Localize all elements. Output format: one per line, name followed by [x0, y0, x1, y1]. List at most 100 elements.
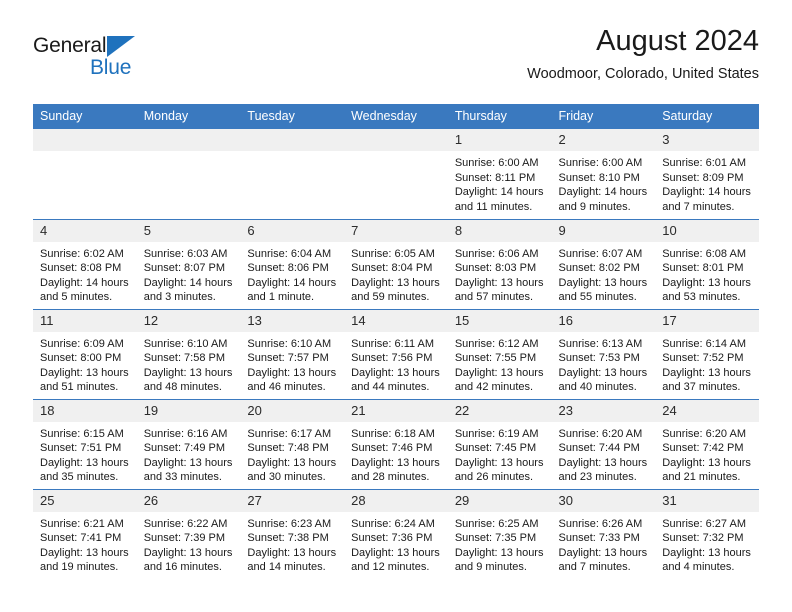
- daylight-text: Daylight: 13 hours and 40 minutes.: [558, 366, 648, 394]
- day-details: Sunrise: 6:21 AM Sunset: 7:41 PM Daylight:…: [33, 512, 137, 575]
- sunset-text: Sunset: 7:52 PM: [662, 352, 744, 365]
- calendar-day-cell[interactable]: 21 Sunrise: 6:18 AM Sunset: 7:46 PM Dayligh…: [344, 398, 448, 489]
- daylight-text: Daylight: 13 hours and 42 minutes.: [454, 366, 544, 394]
- brand-logo[interactable]: General Blue: [33, 34, 233, 90]
- daylight-text: Daylight: 13 hours and 23 minutes.: [558, 456, 648, 484]
- daylight-text: Daylight: 13 hours and 37 minutes.: [662, 366, 751, 394]
- sunrise-text: Sunrise: 6:18 AM: [351, 427, 435, 440]
- calendar-day-cell[interactable]: 14 Sunrise: 6:11 AM Sunset: 7:56 PM Dayligh…: [344, 308, 448, 399]
- sunrise-text: Sunrise: 6:07 AM: [558, 247, 643, 260]
- calendar-day-cell[interactable]: 31 Sunrise: 6:27 AM Sunset: 7:32 PM Dayligh…: [655, 488, 759, 579]
- day-details: Sunrise: 6:16 AM Sunset: 7:49 PM Daylight:…: [137, 422, 241, 485]
- calendar-day-cell[interactable]: 7 Sunrise: 6:05 AM Sunset: 8:04 PM Daylight…: [344, 218, 448, 309]
- calendar-day-cell[interactable]: 9 Sunrise: 6:07 AM Sunset: 8:02 PM Daylight…: [551, 218, 656, 309]
- calendar-day-cell[interactable]: 17 Sunrise: 6:14 AM Sunset: 7:52 PM Dayligh…: [655, 308, 759, 399]
- calendar-day-cell[interactable]: 1 Sunrise: 6:00 AM Sunset: 8:11 PM Daylight…: [447, 129, 552, 219]
- sunset-text: Sunset: 7:49 PM: [143, 442, 226, 455]
- calendar-day-cell[interactable]: 10 Sunrise: 6:08 AM Sunset: 8:01 PM Dayligh…: [655, 218, 759, 309]
- sunset-text: Sunset: 7:42 PM: [662, 442, 744, 455]
- day-number: 18: [33, 399, 137, 422]
- day-number: 6: [240, 219, 345, 242]
- sunrise-text: Sunrise: 6:01 AM: [662, 157, 746, 169]
- sunset-text: Sunset: 7:38 PM: [247, 532, 329, 545]
- calendar-day-cell[interactable]: 22 Sunrise: 6:19 AM Sunset: 7:45 PM Dayligh…: [447, 398, 552, 489]
- sunrise-text: Sunrise: 6:05 AM: [351, 247, 435, 260]
- sunset-text: Sunset: 8:04 PM: [351, 262, 433, 275]
- calendar-day-cell[interactable]: 27 Sunrise: 6:23 AM Sunset: 7:38 PM Dayligh…: [240, 488, 345, 579]
- calendar-day-cell[interactable]: 2 Sunrise: 6:00 AM Sunset: 8:10 PM Daylight…: [551, 129, 656, 219]
- calendar-day-cell[interactable]: 29 Sunrise: 6:25 AM Sunset: 7:35 PM Dayligh…: [447, 488, 552, 579]
- day-number: 12: [136, 309, 241, 332]
- calendar-day-cell[interactable]: 13 Sunrise: 6:10 AM Sunset: 7:57 PM Dayligh…: [240, 308, 345, 399]
- calendar-day-cell[interactable]: 26 Sunrise: 6:22 AM Sunset: 7:39 PM Dayligh…: [136, 488, 241, 579]
- daylight-text: Daylight: 13 hours and 4 minutes.: [662, 546, 751, 574]
- sunrise-text: Sunrise: 6:26 AM: [558, 517, 643, 530]
- sunset-text: Sunset: 8:07 PM: [143, 262, 226, 275]
- calendar-day-cell[interactable]: 5 Sunrise: 6:03 AM Sunset: 8:07 PM Daylight…: [136, 218, 241, 309]
- daylight-text: Daylight: 13 hours and 59 minutes.: [351, 276, 440, 304]
- calendar-day-cell[interactable]: 3 Sunrise: 6:01 AM Sunset: 8:09 PM Daylight…: [655, 129, 759, 219]
- day-details: Sunrise: 6:20 AM Sunset: 7:44 PM Daylight:…: [552, 422, 656, 485]
- calendar-day-cell[interactable]: 20 Sunrise: 6:17 AM Sunset: 7:48 PM Dayligh…: [240, 398, 345, 489]
- day-number: 25: [33, 489, 137, 512]
- day-details: Sunrise: 6:12 AM Sunset: 7:55 PM Daylight:…: [448, 332, 552, 395]
- calendar-day-cell[interactable]: 16 Sunrise: 6:13 AM Sunset: 7:53 PM Dayligh…: [551, 308, 656, 399]
- weekday-header-saturday: Saturday: [655, 104, 759, 129]
- calendar-day-cell[interactable]: 8 Sunrise: 6:06 AM Sunset: 8:03 PM Daylight…: [447, 218, 552, 309]
- day-number: 17: [655, 309, 759, 332]
- calendar-week-row: 11 Sunrise: 6:09 AM Sunset: 8:00 PM Dayligh…: [33, 308, 759, 399]
- calendar-grid: Sunday Monday Tuesday Wednesday Thursday…: [33, 104, 759, 579]
- sunset-text: Sunset: 7:51 PM: [40, 442, 122, 455]
- daylight-text: Daylight: 13 hours and 12 minutes.: [351, 546, 440, 574]
- daylight-text: Daylight: 14 hours and 5 minutes.: [40, 276, 129, 304]
- daylight-text: Daylight: 13 hours and 57 minutes.: [454, 276, 544, 304]
- day-details: Sunrise: 6:02 AM Sunset: 8:08 PM Daylight:…: [33, 242, 137, 305]
- day-number: [344, 129, 448, 151]
- daylight-text: Daylight: 13 hours and 19 minutes.: [40, 546, 129, 574]
- sunrise-text: Sunrise: 6:22 AM: [143, 517, 228, 530]
- sunset-text: Sunset: 8:06 PM: [247, 262, 329, 275]
- sunset-text: Sunset: 7:45 PM: [454, 442, 537, 455]
- calendar-day-cell-empty: [33, 129, 137, 219]
- sunset-text: Sunset: 7:41 PM: [40, 532, 122, 545]
- day-number: 30: [551, 489, 656, 512]
- calendar-day-cell[interactable]: 6 Sunrise: 6:04 AM Sunset: 8:06 PM Daylight…: [240, 218, 345, 309]
- sunset-text: Sunset: 7:48 PM: [247, 442, 329, 455]
- day-number: 7: [344, 219, 448, 242]
- sunset-text: Sunset: 8:00 PM: [40, 352, 122, 365]
- calendar-day-cell[interactable]: 25 Sunrise: 6:21 AM Sunset: 7:41 PM Dayligh…: [33, 488, 137, 579]
- page-subtitle: Woodmoor, Colorado, United States: [527, 66, 759, 82]
- calendar-day-cell[interactable]: 24 Sunrise: 6:20 AM Sunset: 7:42 PM Dayligh…: [655, 398, 759, 489]
- daylight-text: Daylight: 13 hours and 51 minutes.: [40, 366, 129, 394]
- daylight-text: Daylight: 14 hours and 11 minutes.: [454, 186, 544, 213]
- calendar-day-cell[interactable]: 28 Sunrise: 6:24 AM Sunset: 7:36 PM Dayligh…: [344, 488, 448, 579]
- day-details: Sunrise: 6:10 AM Sunset: 7:58 PM Daylight:…: [137, 332, 241, 395]
- sunset-text: Sunset: 8:01 PM: [662, 262, 744, 275]
- brand-name-general: General: [33, 34, 107, 57]
- day-number: 23: [551, 399, 656, 422]
- calendar-day-cell[interactable]: 4 Sunrise: 6:02 AM Sunset: 8:08 PM Daylight…: [33, 218, 137, 309]
- day-number: 11: [33, 309, 137, 332]
- daylight-text: Daylight: 14 hours and 9 minutes.: [558, 186, 648, 213]
- day-details: Sunrise: 6:03 AM Sunset: 8:07 PM Daylight:…: [137, 242, 241, 305]
- daylight-text: Daylight: 13 hours and 16 minutes.: [143, 546, 233, 574]
- calendar-day-cell[interactable]: 23 Sunrise: 6:20 AM Sunset: 7:44 PM Dayligh…: [551, 398, 656, 489]
- sunset-text: Sunset: 8:09 PM: [662, 171, 744, 184]
- calendar-day-cell[interactable]: 30 Sunrise: 6:26 AM Sunset: 7:33 PM Dayligh…: [551, 488, 656, 579]
- day-number: 31: [655, 489, 759, 512]
- day-number: [136, 129, 241, 151]
- day-number: 24: [655, 399, 759, 422]
- sunrise-text: Sunrise: 6:10 AM: [247, 337, 332, 350]
- day-number: 8: [447, 219, 552, 242]
- calendar-day-cell[interactable]: 18 Sunrise: 6:15 AM Sunset: 7:51 PM Dayligh…: [33, 398, 137, 489]
- day-details: Sunrise: 6:06 AM Sunset: 8:03 PM Daylight:…: [448, 242, 552, 305]
- day-number: 1: [447, 129, 552, 151]
- calendar-body: 1 Sunrise: 6:00 AM Sunset: 8:11 PM Daylight…: [33, 129, 759, 579]
- calendar-day-cell[interactable]: 15 Sunrise: 6:12 AM Sunset: 7:55 PM Dayligh…: [447, 308, 552, 399]
- day-details: Sunrise: 6:18 AM Sunset: 7:46 PM Daylight:…: [344, 422, 448, 485]
- calendar-day-cell[interactable]: 19 Sunrise: 6:16 AM Sunset: 7:49 PM Dayligh…: [136, 398, 241, 489]
- calendar-day-cell[interactable]: 12 Sunrise: 6:10 AM Sunset: 7:58 PM Dayligh…: [136, 308, 241, 399]
- day-number: 5: [136, 219, 241, 242]
- calendar-day-cell[interactable]: 11 Sunrise: 6:09 AM Sunset: 8:00 PM Dayligh…: [33, 308, 137, 399]
- day-number: 4: [33, 219, 137, 242]
